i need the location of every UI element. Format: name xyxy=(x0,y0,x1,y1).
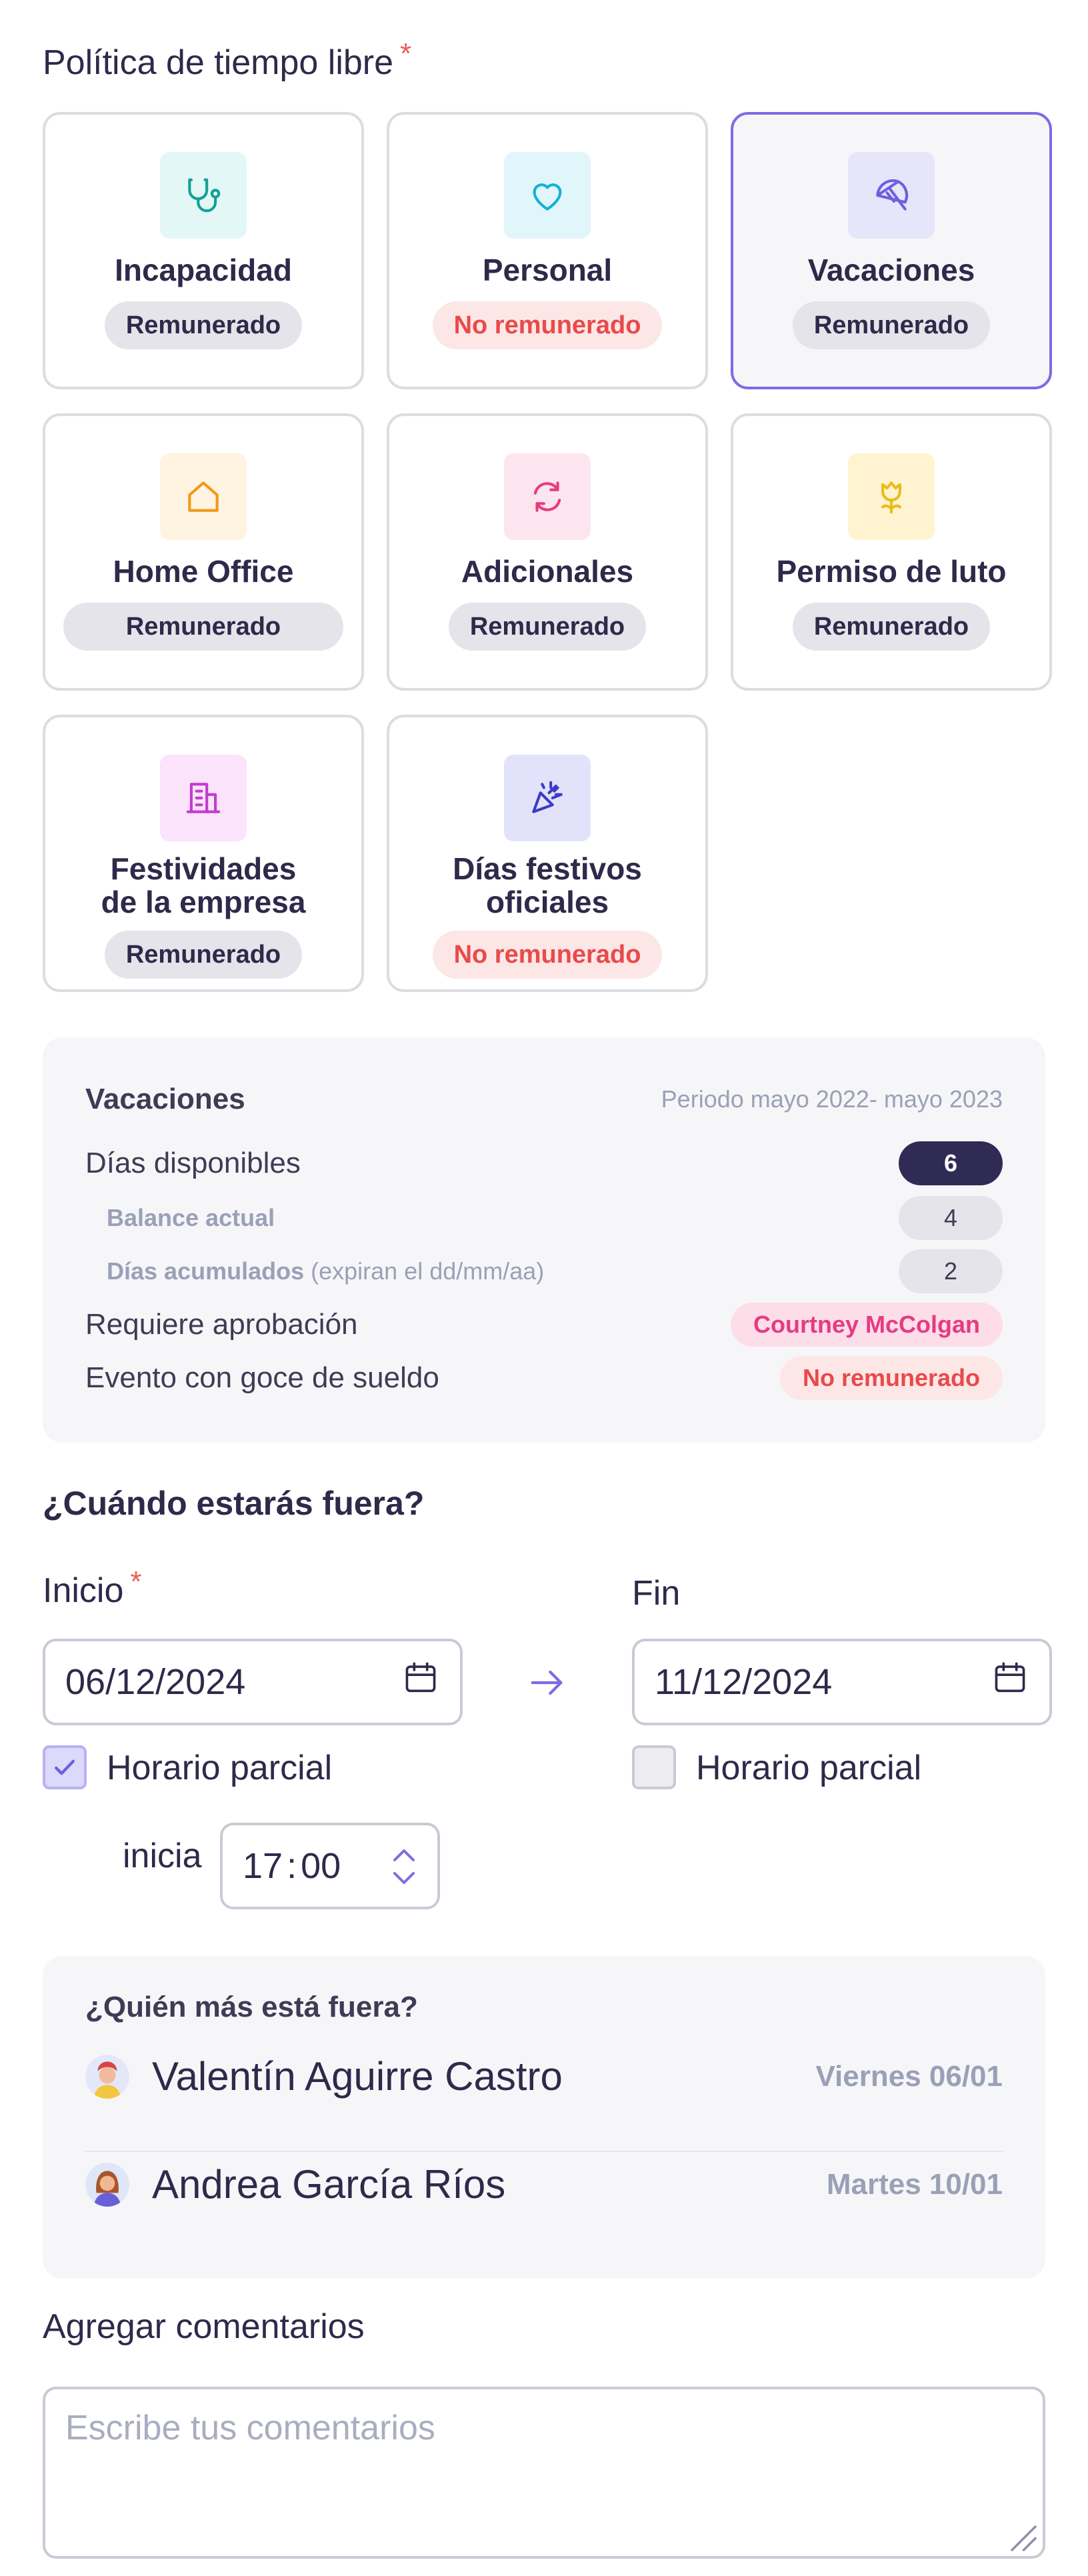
time-stepper-icon[interactable] xyxy=(389,1845,419,1888)
time-separator: : xyxy=(287,1846,297,1886)
available-days-label: Días disponibles xyxy=(85,1147,301,1179)
who-else-out-panel: ¿Quién más está fuera? Valentín Aguirre … xyxy=(43,1956,1045,2279)
policy-card-name-line2: oficiales xyxy=(485,885,609,919)
divider xyxy=(85,2151,1003,2152)
accumulated-label-text: Días acumulados xyxy=(107,1257,305,1285)
start-date-input[interactable]: 06/12/2024 xyxy=(43,1639,463,1725)
start-label: Inicio * xyxy=(43,1565,142,1611)
policy-card-personal[interactable]: Personal No remunerado xyxy=(387,112,708,389)
start-partial-checkbox[interactable] xyxy=(43,1745,87,1789)
start-partial-label[interactable]: Horario parcial xyxy=(107,1748,332,1788)
balance-summary-panel: Vacaciones Periodo mayo 2022- mayo 2023 … xyxy=(43,1037,1045,1443)
unpaid-badge: No remunerado xyxy=(432,931,663,979)
resize-handle-icon[interactable] xyxy=(1005,2520,1039,2553)
person-date: Martes 10/01 xyxy=(826,2167,1003,2201)
end-partial-checkbox[interactable] xyxy=(632,1745,676,1789)
policy-card-home-office[interactable]: Home Office Remunerado xyxy=(43,413,364,691)
policy-card-name-line1: Días festivos xyxy=(453,851,642,886)
paid-badge: Remunerado xyxy=(448,603,647,651)
policy-card-name: Personal xyxy=(482,253,613,287)
paid-badge: Remunerado xyxy=(63,603,343,651)
paid-badge: Remunerado xyxy=(104,301,303,349)
policy-card-vacaciones[interactable]: Vacaciones Remunerado xyxy=(731,112,1052,389)
summary-period: Periodo mayo 2022- mayo 2023 xyxy=(661,1085,1003,1113)
paid-badge: Remunerado xyxy=(792,603,991,651)
person-name: Valentín Aguirre Castro xyxy=(152,2054,563,2099)
heart-icon xyxy=(504,152,591,239)
person-date: Viernes 06/01 xyxy=(815,2059,1003,2093)
paid-event-label: Evento con goce de sueldo xyxy=(85,1361,439,1394)
stethoscope-icon xyxy=(160,152,247,239)
calendar-icon[interactable] xyxy=(991,1659,1029,1706)
policy-card-name: Días festivos oficiales xyxy=(453,852,642,919)
refresh-icon xyxy=(504,453,591,540)
policy-card-name: Festividades de la empresa xyxy=(101,852,306,919)
policy-card-incapacidad[interactable]: Incapacidad Remunerado xyxy=(43,112,364,389)
end-date-value: 11/12/2024 xyxy=(655,1662,833,1702)
policy-title-text: Política de tiempo libre xyxy=(43,43,394,82)
avatar xyxy=(85,2162,129,2207)
policy-card-name-line2: de la empresa xyxy=(101,885,306,919)
balance-label: Balance actual xyxy=(107,1204,275,1231)
list-item: Valentín Aguirre Castro Viernes 06/01 xyxy=(85,2053,1003,2099)
starts-label: inicia xyxy=(123,1837,202,1875)
avatar xyxy=(85,2054,129,2099)
policy-card-name: Permiso de luto xyxy=(776,554,1007,589)
house-icon xyxy=(160,453,247,540)
unpaid-badge: No remunerado xyxy=(432,301,663,349)
policy-card-name: Vacaciones xyxy=(807,253,975,287)
comments-textarea[interactable] xyxy=(43,2387,1045,2559)
policy-card-festividades[interactable]: Festividades de la empresa Remunerado xyxy=(43,715,364,992)
comments-label: Agregar comentarios xyxy=(43,2307,365,2346)
start-time-input[interactable]: 17 : 00 xyxy=(220,1823,440,1909)
policy-title: Política de tiempo libre * xyxy=(43,37,411,83)
person-name: Andrea García Ríos xyxy=(152,2162,506,2207)
accumulated-note: (expiran el dd/mm/aa) xyxy=(304,1257,545,1285)
who-out-title: ¿Quién más está fuera? xyxy=(85,1991,418,2023)
when-title: ¿Cuándo estarás fuera? xyxy=(43,1485,425,1522)
approval-row: Requiere aprobación Courtney McColgan xyxy=(85,1303,1003,1347)
policy-card-permiso-de-luto[interactable]: Permiso de luto Remunerado xyxy=(731,413,1052,691)
start-minute[interactable]: 00 xyxy=(301,1845,341,1887)
flower-icon xyxy=(848,453,935,540)
policy-card-adicionales[interactable]: Adicionales Remunerado xyxy=(387,413,708,691)
accumulated-row: Días acumulados (expiran el dd/mm/aa) 2 xyxy=(85,1249,1003,1293)
available-days-row: Días disponibles 6 xyxy=(85,1141,1003,1185)
end-label: Fin xyxy=(632,1574,681,1613)
accumulated-value: 2 xyxy=(899,1249,1003,1293)
paid-badge: Remunerado xyxy=(104,931,303,979)
required-mark: * xyxy=(400,37,412,70)
approval-label: Requiere aprobación xyxy=(85,1308,358,1341)
calendar-icon[interactable] xyxy=(401,1659,440,1706)
policy-card-dias-festivos[interactable]: Días festivos oficiales No remunerado xyxy=(387,715,708,992)
party-popper-icon xyxy=(504,755,591,841)
umbrella-icon xyxy=(848,152,935,239)
check-icon xyxy=(54,1759,75,1775)
summary-header: Vacaciones Periodo mayo 2022- mayo 2023 xyxy=(85,1083,1003,1116)
start-date-value: 06/12/2024 xyxy=(65,1662,246,1702)
building-icon xyxy=(160,755,247,841)
paid-event-row: Evento con goce de sueldo No remunerado xyxy=(85,1356,1003,1400)
policy-card-name: Incapacidad xyxy=(115,253,292,287)
end-date-input[interactable]: 11/12/2024 xyxy=(632,1639,1052,1725)
arrow-right-icon xyxy=(525,1661,568,1704)
end-partial-label[interactable]: Horario parcial xyxy=(696,1748,921,1788)
policy-card-name: Adicionales xyxy=(461,554,634,589)
start-label-text: Inicio xyxy=(43,1571,124,1610)
paid-event-value: No remunerado xyxy=(779,1356,1003,1400)
balance-row: Balance actual 4 xyxy=(85,1196,1003,1240)
policy-card-name-line1: Festividades xyxy=(110,851,297,886)
summary-title: Vacaciones xyxy=(85,1083,245,1115)
policy-card-name: Home Office xyxy=(113,554,294,589)
accumulated-label: Días acumulados (expiran el dd/mm/aa) xyxy=(107,1257,544,1285)
balance-value: 4 xyxy=(899,1196,1003,1240)
approver-badge: Courtney McColgan xyxy=(730,1303,1003,1347)
list-item: Andrea García Ríos Martes 10/01 xyxy=(85,2161,1003,2207)
paid-badge: Remunerado xyxy=(792,301,991,349)
start-hour[interactable]: 17 xyxy=(243,1845,283,1887)
available-days-value: 6 xyxy=(899,1141,1003,1185)
required-mark: * xyxy=(130,1565,142,1598)
